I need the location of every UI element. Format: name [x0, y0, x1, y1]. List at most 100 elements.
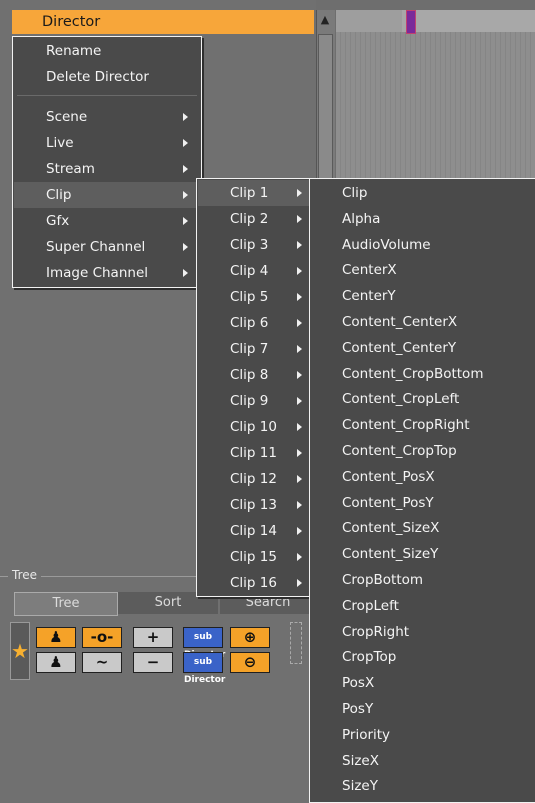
menu-item-label: Clip 12: [230, 471, 277, 487]
zoom-in-button[interactable]: ⊕: [230, 627, 270, 648]
menu-item-sizey[interactable]: SizeY: [311, 773, 535, 799]
zoom-out-button[interactable]: ⊖: [230, 652, 270, 673]
menu-item-clip-13[interactable]: Clip 13: [198, 492, 313, 518]
menu-item-delete-director[interactable]: Delete Director: [14, 64, 200, 90]
menu-item-clip-14[interactable]: Clip 14: [198, 518, 313, 544]
menu-item-label: Clip 1: [230, 185, 269, 201]
menu-item-label: Clip 2: [230, 211, 269, 227]
menu-item-centerx[interactable]: CenterX: [311, 257, 535, 283]
menu-separator: [17, 95, 197, 96]
menu-item-label: CenterX: [342, 262, 397, 279]
curve-icon: ~: [95, 653, 109, 671]
menu-item-centery[interactable]: CenterY: [311, 283, 535, 309]
menu-item-label: Rename: [46, 43, 102, 59]
context-menu: Rename Delete Director Scene Live Stream Clip…: [12, 36, 202, 288]
sub-director-out-button[interactable]: sub Director: [183, 652, 225, 685]
link-button[interactable]: -o-: [82, 627, 122, 648]
menu-item-clip-6[interactable]: Clip 6: [198, 310, 313, 336]
remove-button[interactable]: −: [133, 652, 173, 673]
chevron-right-icon: [183, 269, 188, 277]
menu-item-clip-1[interactable]: Clip 1: [198, 180, 313, 206]
menu-item-content-centerx[interactable]: Content_CenterX: [311, 309, 535, 335]
tree-item-director[interactable]: Director: [12, 10, 314, 34]
sub-director-button[interactable]: sub Director: [183, 627, 225, 660]
menu-item-label: Clip 4: [230, 263, 269, 279]
scroll-up-icon[interactable]: ▲: [318, 12, 332, 28]
chevron-right-icon: [297, 553, 302, 561]
minus-icon: −: [146, 653, 160, 671]
menu-item-clip-7[interactable]: Clip 7: [198, 336, 313, 362]
menu-item-content-centery[interactable]: Content_CenterY: [311, 335, 535, 361]
menu-item-croptop[interactable]: CropTop: [311, 644, 535, 670]
menu-item-label: Content_CropRight: [342, 417, 470, 434]
menu-item-content-cropbottom[interactable]: Content_CropBottom: [311, 361, 535, 387]
menu-item-gfx[interactable]: Gfx: [14, 208, 200, 234]
menu-item-posx[interactable]: PosX: [311, 670, 535, 696]
menu-item-content-cropright[interactable]: Content_CropRight: [311, 412, 535, 438]
menu-item-clip-10[interactable]: Clip 10: [198, 414, 313, 440]
chevron-right-icon: [297, 423, 302, 431]
menu-item-live[interactable]: Live: [14, 130, 200, 156]
menu-item-clip-11[interactable]: Clip 11: [198, 440, 313, 466]
menu-item-label: AudioVolume: [342, 236, 431, 253]
menu-item-label: Clip 16: [230, 575, 277, 591]
menu-item-clip-9[interactable]: Clip 9: [198, 388, 313, 414]
add-person-button[interactable]: ♟: [36, 627, 76, 648]
menu-item-label: PosX: [342, 675, 375, 692]
menu-item-image-channel[interactable]: Image Channel: [14, 260, 200, 286]
chevron-right-icon: [183, 113, 188, 121]
menu-item-content-cropleft[interactable]: Content_CropLeft: [311, 386, 535, 412]
menu-item-clip-2[interactable]: Clip 2: [198, 206, 313, 232]
menu-item-label: SizeY: [342, 778, 378, 795]
menu-item-clip-3[interactable]: Clip 3: [198, 232, 313, 258]
menu-item-content-posy[interactable]: Content_PosY: [311, 490, 535, 516]
chevron-right-icon: [297, 319, 302, 327]
menu-item-audiovolume[interactable]: AudioVolume: [311, 232, 535, 258]
menu-item-label: Priority: [342, 726, 391, 743]
menu-item-clip-5[interactable]: Clip 5: [198, 284, 313, 310]
add-button[interactable]: +: [133, 627, 173, 648]
menu-item-clip-8[interactable]: Clip 8: [198, 362, 313, 388]
menu-item-clip[interactable]: Clip: [14, 182, 200, 208]
menu-item-label: Content_SizeX: [342, 520, 440, 537]
menu-item-clip-4[interactable]: Clip 4: [198, 258, 313, 284]
chevron-right-icon: [297, 189, 302, 197]
curve-button[interactable]: ~: [82, 652, 122, 673]
menu-item-content-sizex[interactable]: Content_SizeX: [311, 515, 535, 541]
menu-item-cropleft[interactable]: CropLeft: [311, 593, 535, 619]
menu-item-label: Live: [46, 135, 74, 151]
menu-item-clip[interactable]: Clip: [311, 180, 535, 206]
zoom-out-icon: ⊖: [243, 653, 257, 671]
menu-item-stream[interactable]: Stream: [14, 156, 200, 182]
menu-item-priority[interactable]: Priority: [311, 722, 535, 748]
menu-item-label: Clip 9: [230, 393, 269, 409]
menu-item-label: Clip 8: [230, 367, 269, 383]
chevron-right-icon: [297, 345, 302, 353]
menu-item-alpha[interactable]: Alpha: [311, 206, 535, 232]
menu-item-clip-16[interactable]: Clip 16: [198, 570, 313, 596]
menu-item-label: Scene: [46, 109, 88, 125]
timeline-keyframe-marker[interactable]: [406, 10, 416, 34]
menu-item-cropright[interactable]: CropRight: [311, 619, 535, 645]
menu-item-clip-12[interactable]: Clip 12: [198, 466, 313, 492]
star-icon[interactable]: ★: [10, 622, 30, 680]
menu-item-cropbottom[interactable]: CropBottom: [311, 567, 535, 593]
chevron-right-icon: [183, 243, 188, 251]
menu-item-super-channel[interactable]: Super Channel: [14, 234, 200, 260]
menu-item-content-posx[interactable]: Content_PosX: [311, 464, 535, 490]
menu-item-content-sizey[interactable]: Content_SizeY: [311, 541, 535, 567]
menu-item-label: Clip 11: [230, 445, 277, 461]
menu-item-rename[interactable]: Rename: [14, 38, 200, 64]
zoom-in-icon: ⊕: [243, 628, 257, 646]
tab-tree[interactable]: Tree: [14, 592, 118, 616]
menu-item-scene[interactable]: Scene: [14, 104, 200, 130]
menu-item-label: Clip 3: [230, 237, 269, 253]
menu-item-posy[interactable]: PosY: [311, 696, 535, 722]
menu-item-label: Clip 14: [230, 523, 277, 539]
menu-item-label: Clip: [342, 185, 368, 201]
menu-item-label: Content_CropBottom: [342, 365, 484, 382]
remove-person-button[interactable]: ♟: [36, 652, 76, 673]
menu-item-sizex[interactable]: SizeX: [311, 748, 535, 774]
menu-item-clip-15[interactable]: Clip 15: [198, 544, 313, 570]
menu-item-content-croptop[interactable]: Content_CropTop: [311, 438, 535, 464]
